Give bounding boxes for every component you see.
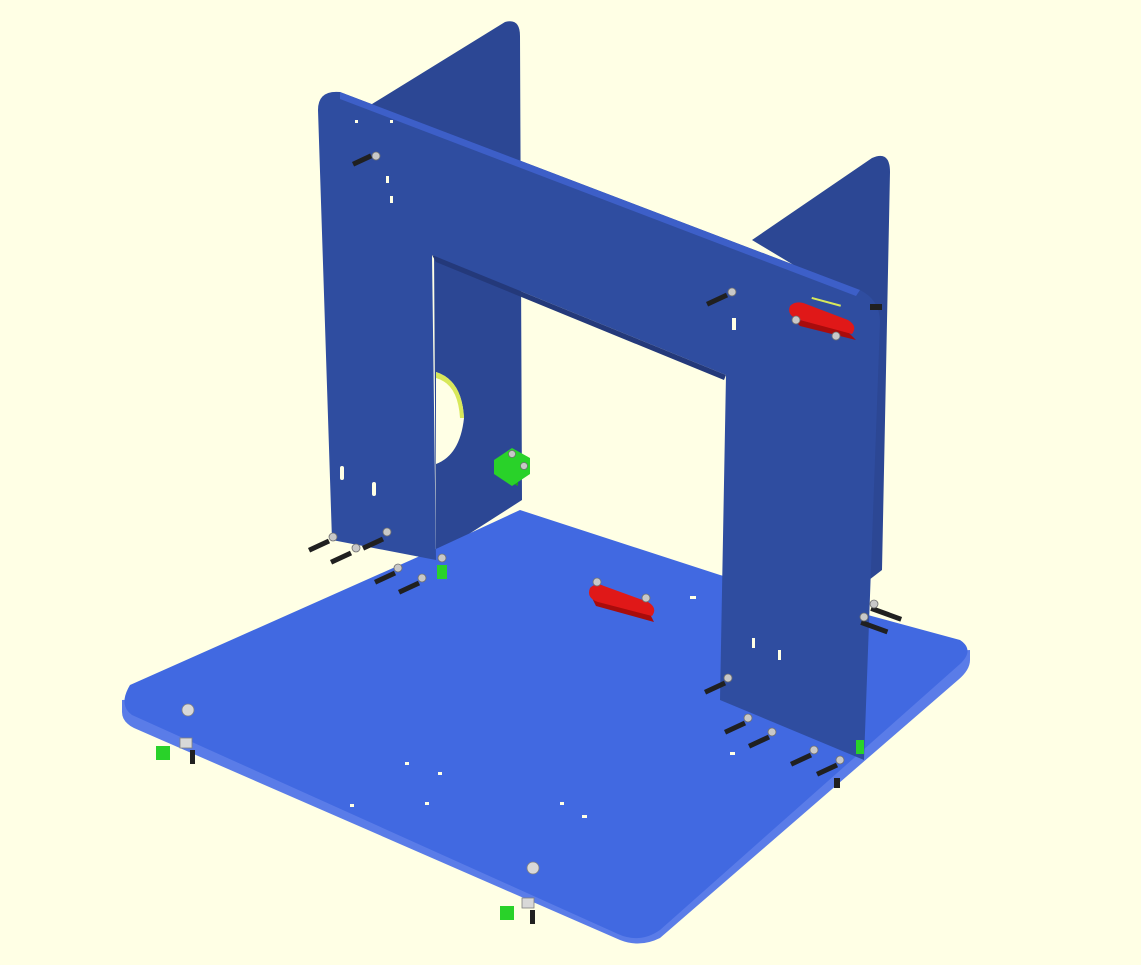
green-foot-front [500, 906, 514, 920]
model-render[interactable] [0, 0, 1141, 965]
green-foot-left [156, 746, 170, 760]
cad-viewport[interactable] [0, 0, 1141, 965]
green-clip-right [856, 740, 864, 754]
green-clip-left [437, 565, 447, 579]
